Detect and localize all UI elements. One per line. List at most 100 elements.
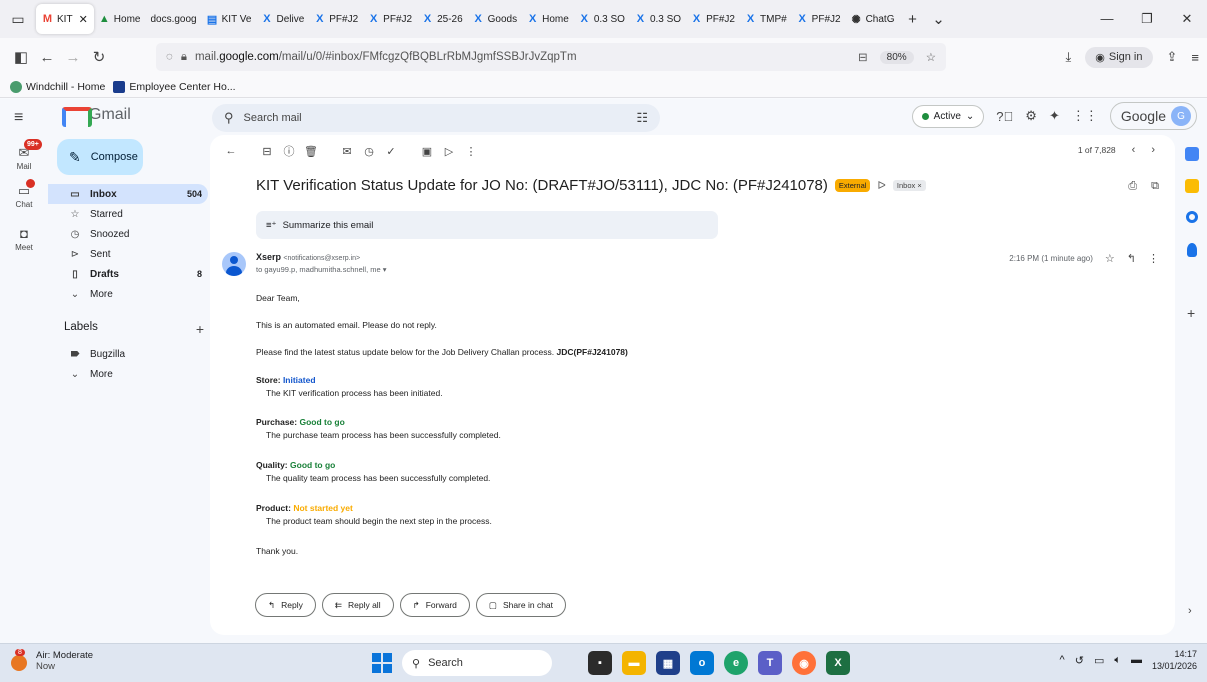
label-item-bugzilla[interactable]: Bugzilla [48,344,208,364]
sidebar-item-starred[interactable]: ☆ Starred [48,204,208,224]
get-addons-icon[interactable]: + [1187,305,1195,321]
more-icon[interactable]: ⋮ [1148,252,1159,265]
contacts-icon[interactable] [1187,243,1197,257]
status-dropdown[interactable]: Active ⌄ [911,104,985,128]
sidebar-item-drafts[interactable]: ▯ Drafts 8 [48,264,208,284]
snooze-icon[interactable]: ◷ [358,145,380,158]
newer-icon[interactable]: ‹ [1132,144,1136,156]
reply-all-button[interactable]: ⇇ Reply all [321,593,394,617]
start-icon[interactable] [372,653,392,673]
close-tab-icon[interactable]: ✕ [79,13,88,26]
tasks-icon[interactable] [1186,211,1198,223]
new-tab-icon[interactable]: + [899,11,925,28]
clock[interactable]: 14:17 13/01/2026 [1152,648,1197,672]
file-explorer-icon[interactable]: ▬ [622,651,646,675]
reply-icon[interactable]: ↰ [1127,252,1136,265]
label-as-icon[interactable]: ▷ [438,145,460,158]
browser-tab[interactable]: ▲ Home [94,4,146,34]
browser-tab[interactable]: X 0.3 SO [574,4,630,34]
sender-name[interactable]: Xserp [256,252,281,262]
minimize-icon[interactable]: — [1087,11,1127,27]
teams-icon[interactable]: T [758,651,782,675]
sidebar-item-inbox[interactable]: ▭ Inbox 504 [48,184,208,204]
browser-tab[interactable]: ✺ ChatG [846,4,900,34]
reader-view-icon[interactable]: ⊟ [858,50,868,64]
rail-chat[interactable]: ▭ Chat [0,179,48,209]
browser-tab[interactable]: X PF#J2 [686,4,740,34]
calendar-icon[interactable] [1185,147,1199,161]
back-icon[interactable]: ← [34,49,60,66]
share-in-chat-button[interactable]: ▢ Share in chat [475,593,567,617]
older-icon[interactable]: › [1151,144,1155,156]
sidebar-item-sent[interactable]: ⊳ Sent [48,244,208,264]
search-icon[interactable]: ⚲ [224,110,234,126]
browser-tab[interactable]: X Home [522,4,574,34]
browser-tab[interactable]: X Goods [468,4,522,34]
search-bar[interactable]: ⚲ Search mail ☷ [212,104,660,132]
sync-icon[interactable]: ↺ [1075,654,1084,667]
print-icon[interactable]: ⎙ [1128,180,1137,193]
keep-icon[interactable] [1185,179,1199,193]
expand-panel-icon[interactable]: › [1188,605,1192,617]
important-marker-icon[interactable]: ᐅ [877,179,885,192]
browser-tab[interactable]: docs.goog [145,4,201,34]
search-input[interactable]: Search mail [244,112,302,124]
volume-icon[interactable]: 🔈︎ [1114,654,1121,667]
summarize-button[interactable]: ≡⁺ Summarize this email [256,211,718,239]
archive-icon[interactable]: ⊟ [256,145,278,158]
close-window-icon[interactable]: ✕ [1167,11,1207,27]
display-icon[interactable]: ▭ [1094,654,1104,667]
bookmark-employee-center[interactable]: Employee Center Ho... [113,80,236,93]
report-spam-icon[interactable]: ⓘ [278,143,300,159]
browser-tab[interactable]: X Delive [256,4,309,34]
main-menu-icon[interactable]: ≡ [14,109,23,127]
show-hidden-icons-icon[interactable]: ^ [1060,654,1065,666]
bookmark-star-icon[interactable]: ☆ [926,50,936,64]
mark-unread-icon[interactable]: ✉ [336,145,358,158]
apps-grid-icon[interactable]: ⋮⋮ [1072,108,1098,124]
rail-mail[interactable]: ✉ 99+ Mail [0,139,48,171]
move-to-icon[interactable]: ▣ [416,145,438,158]
delete-icon[interactable]: 🗑︎ [300,145,322,158]
task-view-icon[interactable]: ▪ [588,651,612,675]
browser-tab[interactable]: ▤ KIT Ve [202,4,257,34]
bookmark-windchill[interactable]: Windchill - Home [10,80,105,93]
gemini-icon[interactable]: ✦ [1049,108,1060,124]
settings-icon[interactable]: ⚙ [1025,108,1037,124]
account-button[interactable]: Google G [1109,102,1197,130]
tab-overview-icon[interactable]: ▭ [0,0,36,38]
excel-icon[interactable]: X [826,651,850,675]
browser-tab[interactable]: X TMP# [740,4,792,34]
browser-tab[interactable]: X 25-26 [417,4,468,34]
zoom-badge[interactable]: 80% [879,50,914,64]
forward-icon[interactable]: → [60,49,86,66]
browser-tab[interactable]: X PF#J2 [363,4,417,34]
store-icon[interactable]: ▦ [656,651,680,675]
battery-icon[interactable]: ▬ [1131,654,1142,666]
recipient-details-icon[interactable]: ▾ [383,265,387,274]
recipients-line[interactable]: to gayu99.p, madhumitha.schnell, me ▾ [256,265,387,274]
extensions-icon[interactable]: ⇪ [1167,49,1178,65]
add-task-icon[interactable]: ✓ [380,145,402,158]
help-icon[interactable]: ?⃝ [996,109,1013,124]
restore-icon[interactable]: ❐ [1127,11,1167,27]
back-to-inbox-icon[interactable]: ← [220,145,242,157]
sender-avatar[interactable] [222,252,246,276]
more-options-icon[interactable]: ⋮ [460,145,482,158]
sign-in-button[interactable]: ◉ Sign in [1085,46,1153,68]
taskbar-search[interactable]: ⚲ Search [402,650,552,676]
tab-dropdown-icon[interactable]: ⌄ [925,10,951,28]
sidebar-toggle-icon[interactable]: ◧ [8,48,34,66]
label-item-more[interactable]: ⌄ More [48,364,208,384]
browser-tab[interactable]: X 0.3 SO [630,4,686,34]
gmail-logo[interactable]: Gmail [62,106,131,127]
add-label-icon[interactable]: + [196,321,204,337]
open-new-window-icon[interactable]: ⧉ [1151,180,1159,193]
downloads-icon[interactable]: ⤓ [1066,49,1072,65]
browser-tab[interactable]: X PF#J2 [309,4,363,34]
sidebar-item-more[interactable]: ⌄ More [48,284,208,304]
sidebar-item-snoozed[interactable]: ◷ Snoozed [48,224,208,244]
address-bar[interactable]: ◌ 🔒︎ mail. google.com/mail/u/0/#inbox/FMf… [156,43,946,71]
search-options-icon[interactable]: ☷ [636,110,648,126]
menu-icon[interactable]: ≡ [1191,50,1199,65]
